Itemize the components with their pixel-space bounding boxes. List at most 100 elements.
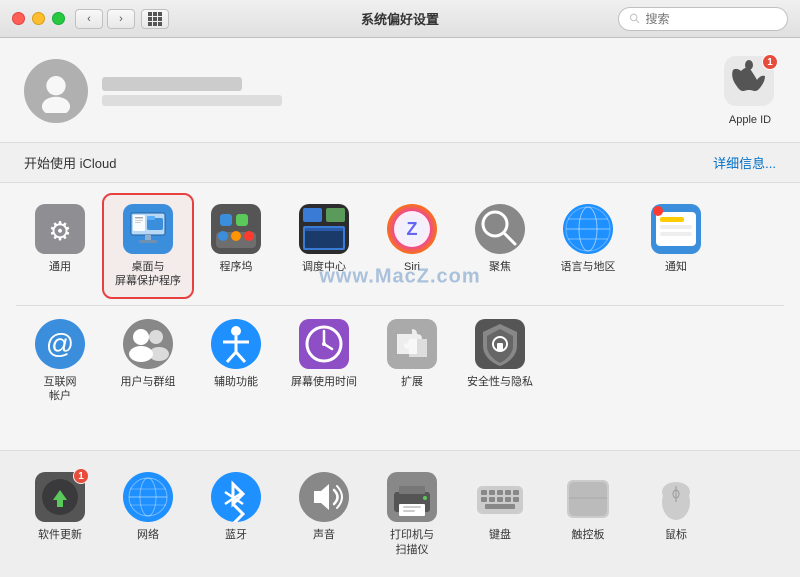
user-email (102, 95, 282, 106)
fullscreen-button[interactable] (52, 12, 65, 25)
bottom-area: 1 软件更新 网络 (0, 450, 800, 577)
pref-users[interactable]: 用户与群组 (104, 310, 192, 397)
icloud-text: 开始使用 iCloud (24, 153, 116, 172)
search-input[interactable] (646, 12, 777, 26)
icloud-banner: 开始使用 iCloud 详细信息... (0, 143, 800, 183)
pref-notifications[interactable]: 通知 (632, 195, 720, 282)
users-icon (122, 318, 174, 370)
search-box[interactable] (618, 7, 788, 31)
pref-general[interactable]: ⚙ 通用 (16, 195, 104, 282)
pref-dock[interactable]: 程序坞 (192, 195, 280, 282)
traffic-lights (12, 12, 65, 25)
user-info (102, 77, 282, 106)
mouse-label: 鼠标 (665, 528, 687, 542)
users-label: 用户与群组 (121, 375, 176, 389)
bluetooth-label: 蓝牙 (225, 528, 247, 542)
siri-label: Siri (404, 260, 420, 274)
pref-language[interactable]: 语言与地区 (544, 195, 632, 282)
minimize-button[interactable] (32, 12, 45, 25)
close-button[interactable] (12, 12, 25, 25)
desktop-label: 桌面与屏幕保护程序 (115, 260, 181, 289)
keyboard-label: 键盘 (489, 528, 511, 542)
bluetooth-icon (210, 471, 262, 523)
pref-accessibility[interactable]: 辅助功能 (192, 310, 280, 397)
network-label: 网络 (137, 528, 159, 542)
trackpad-icon (562, 471, 614, 523)
pref-internet[interactable]: @ 互联网帐户 (16, 310, 104, 412)
pref-screentime[interactable]: 屏幕使用时间 (280, 310, 368, 397)
pref-mission-control[interactable]: 调度中心 (280, 195, 368, 282)
security-label: 安全性与隐私 (467, 375, 533, 389)
titlebar: ‹ › 系统偏好设置 (0, 0, 800, 38)
apple-id-section[interactable]: 1 Apple ID (724, 56, 776, 126)
profile-left (24, 59, 282, 123)
dock-label: 程序坞 (220, 260, 253, 274)
pref-trackpad[interactable]: 触控板 (544, 463, 632, 550)
forward-button[interactable]: › (107, 9, 135, 29)
notifications-label: 通知 (665, 260, 687, 274)
softwareupdate-icon: 1 (34, 471, 86, 523)
pref-desktop-screensaver[interactable]: 桌面与屏幕保护程序 (104, 195, 192, 297)
sound-label: 声音 (313, 528, 335, 542)
internet-label: 互联网帐户 (44, 375, 77, 404)
software-update-badge: 1 (73, 468, 89, 484)
apple-id-icon[interactable]: 1 (724, 56, 776, 108)
icon-row-2: @ 互联网帐户 用户与群组 (16, 310, 784, 412)
icon-row-1: ⚙ 通用 (16, 195, 784, 297)
profile-area: 1 Apple ID (0, 38, 800, 143)
pref-extensions[interactable]: 扩展 (368, 310, 456, 397)
pref-printers[interactable]: 打印机与扫描仪 (368, 463, 456, 565)
dock-icon (210, 203, 262, 255)
pref-network[interactable]: 网络 (104, 463, 192, 550)
grid-view-button[interactable] (141, 9, 169, 29)
pref-software-update[interactable]: 1 软件更新 (16, 463, 104, 550)
language-label: 语言与地区 (561, 260, 616, 274)
apple-id-badge: 1 (762, 54, 778, 70)
network-icon (122, 471, 174, 523)
pref-spotlight[interactable]: 聚焦 (456, 195, 544, 282)
general-icon: ⚙ (34, 203, 86, 255)
spotlight-label: 聚焦 (489, 260, 511, 274)
window-title: 系统偏好设置 (361, 9, 439, 28)
pref-mouse[interactable]: 鼠标 (632, 463, 720, 550)
trackpad-label: 触控板 (572, 528, 605, 542)
language-icon (562, 203, 614, 255)
desktop-icon (122, 203, 174, 255)
printers-icon (386, 471, 438, 523)
avatar-icon (34, 69, 78, 113)
printers-label: 打印机与扫描仪 (390, 528, 434, 557)
mission-icon (298, 203, 350, 255)
pref-keyboard[interactable]: 键盘 (456, 463, 544, 550)
svg-text:@: @ (46, 328, 74, 359)
pref-siri[interactable]: Z Siri (368, 195, 456, 282)
svg-text:⚙: ⚙ (48, 216, 71, 246)
user-name (102, 77, 242, 91)
siri-icon: Z (386, 203, 438, 255)
keyboard-icon (474, 471, 526, 523)
sound-icon (298, 471, 350, 523)
pref-security[interactable]: 安全性与隐私 (456, 310, 544, 397)
search-icon (629, 12, 641, 25)
spotlight-icon (474, 203, 526, 255)
main-content: 1 Apple ID 开始使用 iCloud 详细信息... ⚙ 通用 (0, 38, 800, 577)
icons-area: ⚙ 通用 (0, 183, 800, 450)
mission-label: 调度中心 (302, 260, 346, 274)
apple-id-label: Apple ID (729, 114, 771, 126)
nav-buttons: ‹ › (75, 9, 135, 29)
security-icon (474, 318, 526, 370)
avatar (24, 59, 88, 123)
mouse-icon (650, 471, 702, 523)
pref-sound[interactable]: 声音 (280, 463, 368, 550)
extensions-label: 扩展 (401, 375, 423, 389)
extensions-icon (386, 318, 438, 370)
back-button[interactable]: ‹ (75, 9, 103, 29)
icloud-details-link[interactable]: 详细信息... (713, 153, 776, 172)
pref-bluetooth[interactable]: 蓝牙 (192, 463, 280, 550)
internet-icon: @ (34, 318, 86, 370)
notifications-icon (650, 203, 702, 255)
svg-text:Z: Z (407, 219, 418, 239)
general-label: 通用 (49, 260, 71, 274)
section-divider-1 (16, 305, 784, 306)
softwareupdate-label: 软件更新 (38, 528, 82, 542)
accessibility-icon (210, 318, 262, 370)
